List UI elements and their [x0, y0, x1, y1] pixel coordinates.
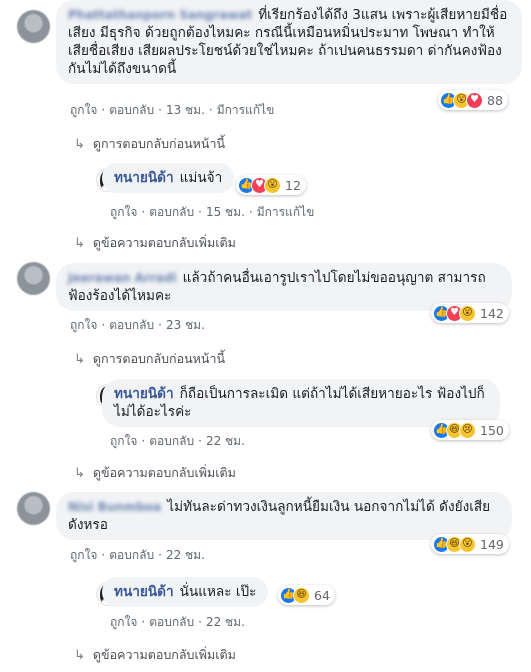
reply-author[interactable]: ทนายนิด้า	[114, 170, 174, 186]
reaction-count: 150	[480, 422, 504, 438]
reply-arrow-icon: ↳	[74, 647, 85, 663]
wow-icon: 😮	[459, 535, 476, 553]
reply-arrow-icon: ↳	[74, 136, 85, 152]
comment-bubble: Phattathanporn Sangrawat ที่เรียกร้องได้ถ…	[56, 0, 522, 84]
reaction-count: 64	[314, 587, 330, 603]
comment-author[interactable]: Jeerawan Arradi	[68, 271, 177, 285]
like-button[interactable]: ถูกใจ	[70, 318, 97, 332]
view-previous-replies-link[interactable]: ↳ ดูการตอบกลับก่อนหน้านี้	[74, 134, 225, 154]
reply-button[interactable]: ตอบกลับ	[109, 548, 154, 562]
wow-icon: 😮	[459, 304, 476, 322]
avatar[interactable]	[17, 492, 50, 525]
view-more-replies-link[interactable]: ↳ ดูข้อความตอบกลับเพิ่มเติม	[74, 233, 236, 253]
reaction-count: 149	[480, 536, 504, 552]
avatar[interactable]	[17, 10, 50, 43]
reply-arrow-icon: ↳	[74, 465, 85, 481]
view-previous-replies-label: ดูการตอบกลับก่อนหน้านี้	[92, 351, 226, 366]
comment-actions: ถูกใจ · ตอบกลับ · 13 ชม. · มีการแก้ไข	[70, 103, 275, 117]
reaction-summary[interactable]: 👍 ♥ 😮 12	[236, 175, 306, 195]
reply-arrow-icon: ↳	[74, 351, 85, 367]
reply-time[interactable]: 22 ชม.	[206, 615, 245, 629]
reply-button[interactable]: ตอบกลับ	[149, 205, 194, 219]
reaction-summary[interactable]: 👍 😮 ♥ 88	[438, 90, 508, 110]
view-previous-replies-link[interactable]: ↳ ดูการตอบกลับก่อนหน้านี้	[74, 349, 225, 369]
reaction-count: 88	[487, 92, 503, 108]
view-more-replies-label: ดูข้อความตอบกลับเพิ่มเติม	[92, 465, 236, 480]
sad-icon: 😢	[459, 421, 476, 439]
comment-time[interactable]: 22 ชม.	[166, 548, 205, 562]
reply-button[interactable]: ตอบกลับ	[109, 103, 154, 117]
reaction-summary[interactable]: 👍 😆 64	[278, 585, 335, 605]
comment-bubble: Nisi Bunmboa ไม่ทันละด่าทวงเงินลูกหนี้ยืม…	[56, 492, 512, 540]
love-icon: ♥	[466, 91, 483, 109]
reply-time[interactable]: 22 ชม.	[206, 434, 245, 448]
comment-author[interactable]: Phattathanporn Sangrawat	[68, 8, 252, 22]
reply-actions: ถูกใจ · ตอบกลับ · 22 ชม.	[110, 615, 245, 629]
reply-button[interactable]: ตอบกลับ	[109, 318, 154, 332]
like-button[interactable]: ถูกใจ	[70, 103, 97, 117]
comment-actions: ถูกใจ · ตอบกลับ · 23 ชม.	[70, 318, 205, 332]
reply-bubble: ทนายนิด้า นั่นแหละ เป๊ะ	[102, 577, 269, 607]
like-button[interactable]: ถูกใจ	[110, 434, 137, 448]
reply-button[interactable]: ตอบกลับ	[149, 434, 194, 448]
edited-label[interactable]: มีการแก้ไข	[257, 205, 315, 219]
view-more-replies-label: ดูข้อความตอบกลับเพิ่มเติม	[92, 647, 236, 662]
reaction-summary[interactable]: 👍 😆 😮 149	[431, 534, 509, 554]
reply-author[interactable]: ทนายนิด้า	[114, 584, 174, 600]
avatar[interactable]	[17, 262, 50, 295]
reply-button[interactable]: ตอบกลับ	[149, 615, 194, 629]
reply-author[interactable]: ทนายนิด้า	[114, 386, 174, 402]
view-more-replies-label: ดูข้อความตอบกลับเพิ่มเติม	[92, 235, 236, 250]
view-more-replies-link[interactable]: ↳ ดูข้อความตอบกลับเพิ่มเติม	[74, 645, 236, 665]
comment-author[interactable]: Nisi Bunmboa	[68, 500, 161, 514]
reply-time[interactable]: 15 ชม.	[206, 205, 245, 219]
wow-icon: 😮	[264, 176, 281, 194]
reaction-summary[interactable]: 👍 ♥ 😮 142	[431, 303, 509, 323]
like-button[interactable]: ถูกใจ	[110, 615, 137, 629]
view-more-replies-link[interactable]: ↳ ดูข้อความตอบกลับเพิ่มเติม	[74, 463, 236, 483]
reply-actions: ถูกใจ · ตอบกลับ · 15 ชม. · มีการแก้ไข	[110, 205, 315, 219]
reply-text: นั่นแหละ เป๊ะ	[179, 584, 257, 600]
comment-actions: ถูกใจ · ตอบกลับ · 22 ชม.	[70, 548, 205, 562]
comment-time[interactable]: 23 ชม.	[166, 318, 205, 332]
reply-text: แม่นจ้า	[179, 170, 223, 186]
like-button[interactable]: ถูกใจ	[70, 548, 97, 562]
comment-time[interactable]: 13 ชม.	[166, 103, 205, 117]
reply-actions: ถูกใจ · ตอบกลับ · 22 ชม.	[110, 434, 245, 448]
reply-bubble: ทนายนิด้า แม่นจ้า	[102, 163, 235, 193]
haha-icon: 😆	[293, 586, 310, 604]
view-previous-replies-label: ดูการตอบกลับก่อนหน้านี้	[92, 136, 226, 151]
like-button[interactable]: ถูกใจ	[110, 205, 137, 219]
edited-label[interactable]: มีการแก้ไข	[217, 103, 275, 117]
reaction-count: 142	[480, 305, 504, 321]
reaction-count: 12	[285, 177, 301, 193]
reply-arrow-icon: ↳	[74, 235, 85, 251]
reaction-summary[interactable]: 👍 😆 😢 150	[431, 420, 509, 440]
